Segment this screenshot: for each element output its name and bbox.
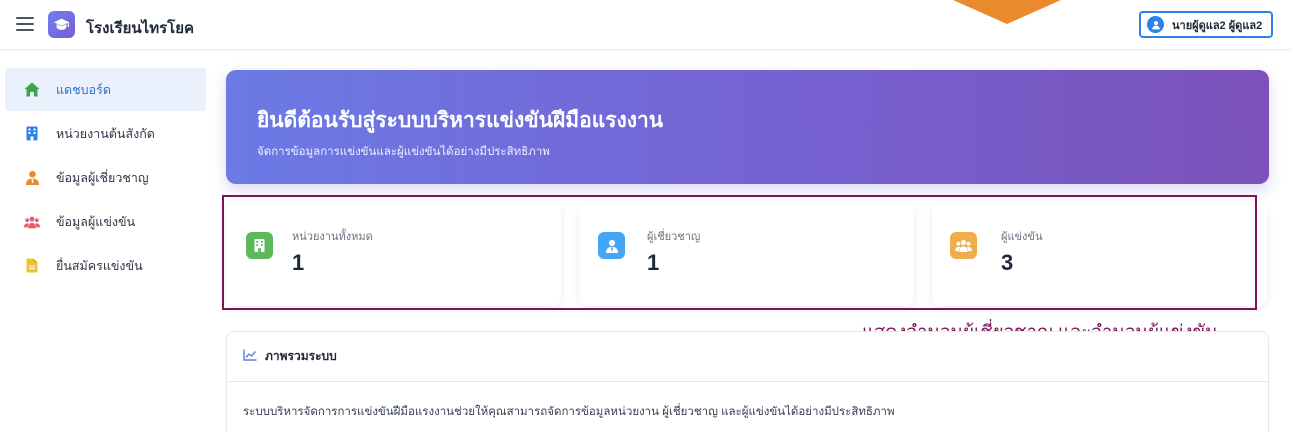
overview-description: ระบบบริหารจัดการการแข่งขันฝีมือแรงงานช่ว… <box>243 406 895 418</box>
welcome-banner: ยินดีต้อนรับสู่ระบบบริหารแข่งขันฝีมือแรง… <box>226 70 1269 184</box>
sidebar-item-dashboard[interactable]: แดชบอร์ด <box>5 68 206 111</box>
menu-toggle-icon[interactable] <box>16 17 34 31</box>
building-icon <box>24 126 40 142</box>
sidebar-item-label: ข้อมูลผู้เชี่ยวชาญ <box>56 170 149 185</box>
sidebar-item-label: ข้อมูลผู้แข่งขัน <box>56 214 136 229</box>
user-tie-icon <box>24 170 40 186</box>
overview-title: ภาพรวมระบบ <box>265 349 337 363</box>
stat-card-competitors: ผู้แข่งขัน 3 <box>932 203 1267 306</box>
sidebar-item-apply[interactable]: ยื่นสมัครแข่งขัน <box>5 244 206 287</box>
welcome-subtitle: จัดการข้อมูลการแข่งขันและผู้แข่งขันได้อย… <box>257 146 550 158</box>
sidebar-item-label: แดชบอร์ด <box>56 82 111 97</box>
user-icon <box>1147 16 1164 33</box>
user-tie-icon <box>598 232 625 259</box>
graduation-cap-icon <box>48 11 75 38</box>
stat-label: ผู้เชี่ยวชาญ <box>647 231 701 243</box>
brand-name[interactable]: โรงเรียนไทรโยค <box>86 16 194 40</box>
stat-card-organizations: หน่วยงานทั้งหมด 1 <box>226 203 561 306</box>
sidebar-item-experts[interactable]: ข้อมูลผู้เชี่ยวชาญ <box>5 156 206 199</box>
stat-label: หน่วยงานทั้งหมด <box>292 231 373 243</box>
home-icon <box>24 82 40 98</box>
sidebar-item-label: หน่วยงานต้นสังกัด <box>56 126 155 141</box>
user-menu-button[interactable]: นายผู้ดูแล2 ผู้ดูแล2 <box>1139 11 1273 38</box>
sidebar-item-organizations[interactable]: หน่วยงานต้นสังกัด <box>5 112 206 155</box>
chart-line-icon <box>243 348 257 366</box>
overview-card: ภาพรวมระบบ ระบบบริหารจัดการการแข่งขันฝีม… <box>226 331 1269 432</box>
sidebar-item-label: ยื่นสมัครแข่งขัน <box>56 258 143 273</box>
welcome-title: ยินดีต้อนรับสู่ระบบบริหารแข่งขันฝีมือแรง… <box>257 109 664 132</box>
overview-header: ภาพรวมระบบ <box>227 332 1268 382</box>
user-name: นายผู้ดูแล2 ผู้ดูแล2 <box>1172 19 1263 32</box>
decorative-tab <box>953 0 1061 24</box>
top-navbar: โรงเรียนไทรโยค นายผู้ดูแล2 ผู้ดูแล2 <box>0 0 1291 50</box>
users-icon <box>950 232 977 259</box>
building-icon <box>246 232 273 259</box>
users-icon <box>24 214 40 230</box>
sidebar: แดชบอร์ด หน่วยงานต้นสังกัด ข้อมูลผู้เชี่… <box>0 51 213 432</box>
stat-label: ผู้แข่งขัน <box>1001 231 1043 243</box>
sidebar-item-competitors[interactable]: ข้อมูลผู้แข่งขัน <box>5 200 206 243</box>
stat-card-experts: ผู้เชี่ยวชาญ 1 <box>579 203 914 306</box>
stat-value: 1 <box>647 250 660 275</box>
stat-value: 1 <box>292 250 305 275</box>
stat-value: 3 <box>1001 250 1014 275</box>
file-icon <box>24 258 40 274</box>
